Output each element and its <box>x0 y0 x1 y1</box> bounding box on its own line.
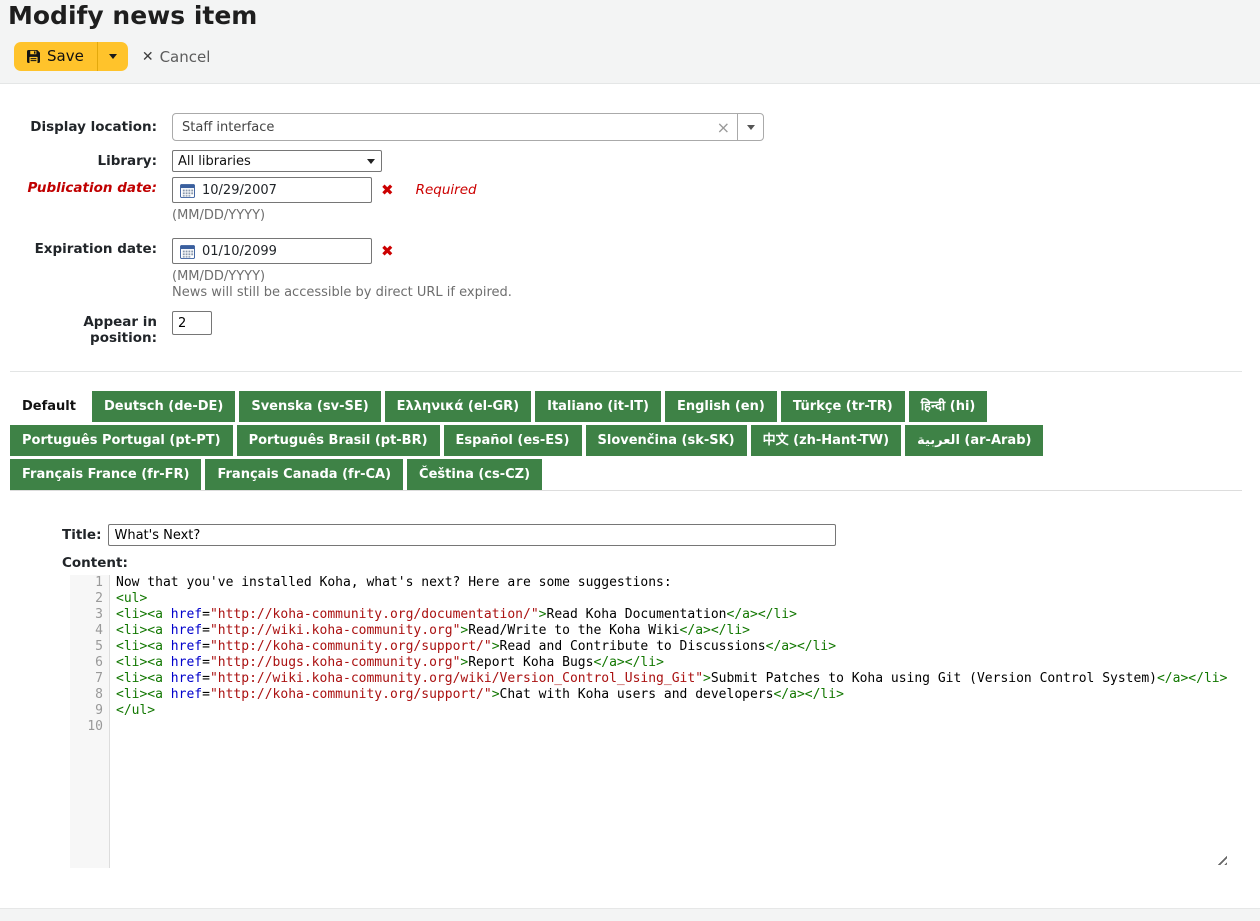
tab-tr-TR[interactable]: Türkçe (tr-TR) <box>781 391 905 422</box>
code-line: 8<li><a href="http://koha-community.org/… <box>70 687 1230 703</box>
code-line: 2<ul> <box>70 591 1230 607</box>
position-label: Appear in position: <box>10 311 157 346</box>
library-label: Library: <box>10 150 157 169</box>
display-location-value: Staff interface <box>182 120 710 135</box>
position-input[interactable] <box>172 311 212 335</box>
display-location-label: Display location: <box>10 113 157 135</box>
tab-es-ES[interactable]: Español (es-ES) <box>444 425 582 456</box>
caret-down-icon <box>109 54 117 63</box>
clear-date-icon[interactable]: ✖ <box>381 177 394 203</box>
clear-date-icon[interactable]: ✖ <box>381 238 394 264</box>
tab-panel: Title: Content: 1Now that you've install… <box>10 491 1242 868</box>
news-form: Display location: Staff interface × Libr… <box>0 84 1260 868</box>
tab-fr-CA[interactable]: Français Canada (fr-CA) <box>205 459 403 490</box>
date-format-hint: (MM/DD/YYYY) <box>172 269 512 284</box>
tabs-section: DefaultDeutsch (de-DE)Svenska (sv-SE)Ελλ… <box>10 371 1242 868</box>
expiration-date-input[interactable]: 01/10/2099 <box>172 238 372 264</box>
library-select-wrap: All libraries <box>172 150 382 172</box>
expiration-date-value: 01/10/2099 <box>202 244 277 259</box>
toolbar: Save ✕ Cancel <box>8 42 1252 71</box>
close-icon: ✕ <box>142 49 154 65</box>
save-button[interactable]: Save <box>14 42 97 71</box>
tab-el-GR[interactable]: Ελληνικά (el-GR) <box>385 391 531 422</box>
page-title: Modify news item <box>8 2 1252 30</box>
tab-zh-Hant-TW[interactable]: 中文 (zh-Hant-TW) <box>751 425 901 456</box>
clear-selection-icon[interactable]: × <box>710 118 737 137</box>
save-button-label: Save <box>47 47 84 66</box>
date-format-hint: (MM/DD/YYYY) <box>172 208 477 223</box>
tab-hi[interactable]: हिन्दी (hi) <box>909 391 988 422</box>
code-line: 4<li><a href="http://wiki.koha-community… <box>70 623 1230 639</box>
language-tabs: DefaultDeutsch (de-DE)Svenska (sv-SE)Ελλ… <box>10 391 1242 491</box>
code-lines: 1Now that you've installed Koha, what's … <box>70 575 1230 735</box>
required-note: Required <box>416 177 477 203</box>
tab-it-IT[interactable]: Italiano (it-IT) <box>535 391 661 422</box>
title-label: Title: <box>62 527 101 543</box>
tab-cs-CZ[interactable]: Čeština (cs-CZ) <box>407 459 542 490</box>
code-line: 1Now that you've installed Koha, what's … <box>70 575 1230 591</box>
tab-pt-PT[interactable]: Português Portugal (pt-PT) <box>10 425 233 456</box>
code-line: 9</ul> <box>70 703 1230 719</box>
dropdown-arrow-button[interactable] <box>737 114 763 140</box>
code-line: 10 <box>70 719 1230 735</box>
publication-date-value: 10/29/2007 <box>202 183 277 198</box>
tab-fr-FR[interactable]: Français France (fr-FR) <box>10 459 201 490</box>
content-label: Content: <box>62 555 1230 571</box>
code-line: 3<li><a href="http://koha-community.org/… <box>70 607 1230 623</box>
expiry-note: News will still be accessible by direct … <box>172 285 512 300</box>
tab-sk-SK[interactable]: Slovenčina (sk-SK) <box>586 425 747 456</box>
tab-en[interactable]: English (en) <box>665 391 777 422</box>
cancel-link[interactable]: ✕ Cancel <box>142 48 211 66</box>
code-editor[interactable]: 1Now that you've installed Koha, what's … <box>70 575 1230 868</box>
publication-date-input[interactable]: 10/29/2007 <box>172 177 372 203</box>
library-select[interactable]: All libraries <box>172 150 382 172</box>
cancel-label: Cancel <box>160 48 211 66</box>
calendar-icon[interactable] <box>180 244 195 259</box>
code-line: 5<li><a href="http://koha-community.org/… <box>70 639 1230 655</box>
tab-sv-SE[interactable]: Svenska (sv-SE) <box>239 391 380 422</box>
save-icon <box>27 50 40 63</box>
expiration-date-label: Expiration date: <box>10 238 157 257</box>
title-input[interactable] <box>108 524 836 546</box>
resize-handle[interactable] <box>1214 852 1227 865</box>
chevron-down-icon <box>747 125 755 134</box>
footer-strip <box>0 908 1260 921</box>
code-line: 7<li><a href="http://wiki.koha-community… <box>70 671 1230 687</box>
tab-pt-BR[interactable]: Português Brasil (pt-BR) <box>237 425 440 456</box>
tab-de-DE[interactable]: Deutsch (de-DE) <box>92 391 235 422</box>
display-location-select[interactable]: Staff interface × <box>172 113 764 141</box>
save-split-button: Save <box>14 42 128 71</box>
calendar-icon[interactable] <box>180 183 195 198</box>
save-dropdown-toggle[interactable] <box>97 42 128 71</box>
tab-ar-Arab[interactable]: العربية (ar-Arab) <box>905 425 1043 456</box>
publication-date-label: Publication date: <box>10 177 157 196</box>
tab-default[interactable]: Default <box>10 391 88 422</box>
page-header: Modify news item Save ✕ Cancel <box>0 0 1260 84</box>
code-line: 6<li><a href="http://bugs.koha-community… <box>70 655 1230 671</box>
